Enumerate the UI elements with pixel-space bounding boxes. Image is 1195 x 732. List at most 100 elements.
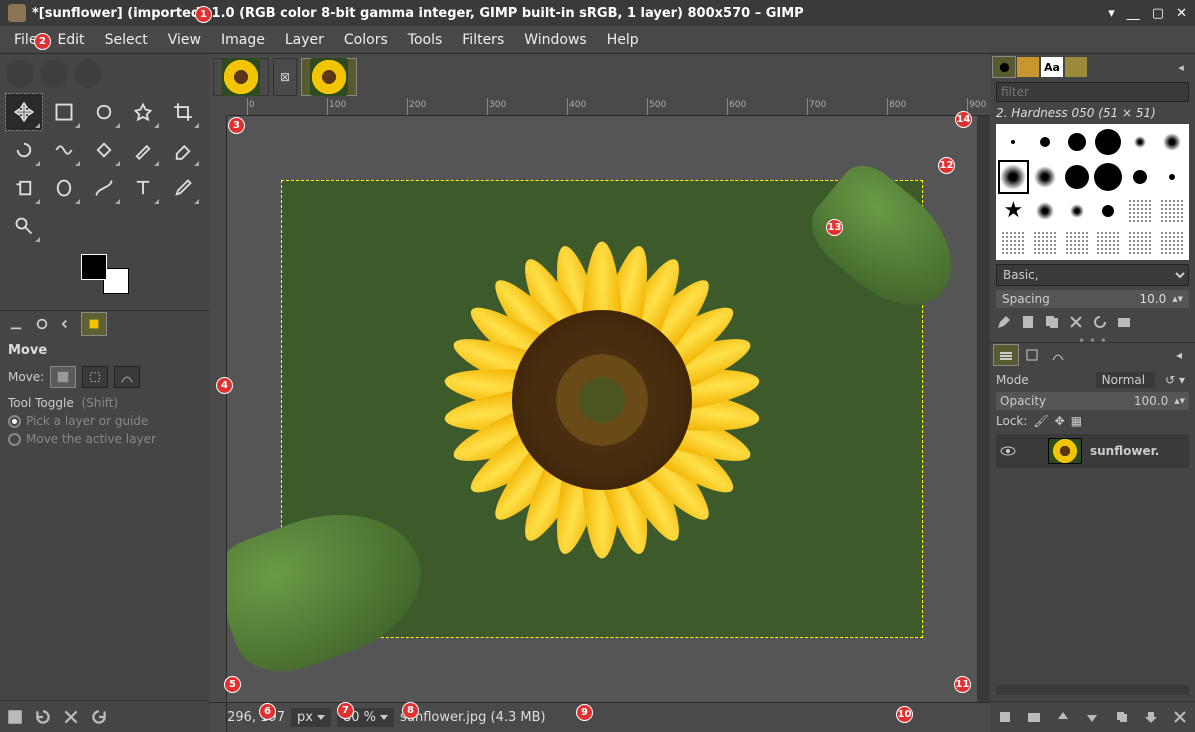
menu-select[interactable]: Select	[95, 28, 158, 52]
menu-layer[interactable]: Layer	[275, 28, 334, 52]
tool-warp[interactable]	[46, 132, 82, 168]
menu-colors[interactable]: Colors	[334, 28, 398, 52]
tool-bucket[interactable]	[86, 132, 122, 168]
brush-item[interactable]	[1125, 126, 1156, 159]
brush-item[interactable]	[1061, 126, 1092, 159]
tab-patterns[interactable]	[1017, 57, 1039, 77]
tool-move[interactable]	[6, 94, 42, 130]
spacing-input[interactable]	[1124, 292, 1166, 306]
tab-channels[interactable]	[1020, 345, 1044, 365]
ruler-vertical[interactable]	[209, 116, 227, 732]
close-icon[interactable]: ✕	[1176, 6, 1187, 21]
tool-eraser[interactable]	[165, 132, 201, 168]
tool-crop[interactable]	[165, 94, 201, 130]
brush-item[interactable]	[1156, 228, 1187, 259]
tab-paths[interactable]	[1046, 345, 1070, 365]
new-brush-icon[interactable]	[1020, 314, 1036, 330]
tool-text[interactable]	[125, 170, 161, 206]
radio-move-active[interactable]	[8, 433, 21, 446]
brush-item[interactable]	[1093, 195, 1124, 227]
brush-item[interactable]	[1030, 160, 1061, 195]
minimize-aux-icon[interactable]: ▾	[1108, 6, 1115, 21]
new-group-icon[interactable]	[1021, 706, 1046, 728]
menu-image[interactable]: Image	[211, 28, 275, 52]
brush-item[interactable]	[1156, 126, 1187, 159]
tool-paintbrush[interactable]	[125, 132, 161, 168]
brush-item[interactable]	[1030, 195, 1061, 227]
tool-clone[interactable]	[6, 170, 42, 206]
tab-device-status[interactable]	[4, 313, 28, 335]
brush-item[interactable]	[1125, 160, 1156, 195]
menu-windows[interactable]: Windows	[514, 28, 597, 52]
brush-item[interactable]	[1093, 126, 1124, 159]
unit-selector[interactable]: px	[291, 708, 331, 727]
raise-layer-icon[interactable]	[1051, 706, 1076, 728]
tab-brushes[interactable]	[993, 57, 1015, 77]
brush-item[interactable]: ★	[998, 195, 1029, 227]
move-selection-button[interactable]	[82, 366, 108, 388]
refresh-brush-icon[interactable]	[1092, 314, 1108, 330]
canvas-viewport[interactable]	[227, 116, 977, 702]
duplicate-layer-icon[interactable]	[1109, 706, 1134, 728]
ruler-horizontal[interactable]: 0100200300400500600700800900	[227, 98, 990, 116]
menu-help[interactable]: Help	[597, 28, 649, 52]
dock-resize-grip[interactable]: • • •	[990, 334, 1195, 342]
tab-images[interactable]	[56, 313, 80, 335]
radio-pick-layer[interactable]	[8, 415, 21, 428]
brush-item[interactable]	[1030, 228, 1061, 259]
move-path-button[interactable]	[114, 366, 140, 388]
edit-brush-icon[interactable]	[996, 314, 1012, 330]
brush-item[interactable]	[1125, 228, 1156, 259]
lock-pixels-icon[interactable]: 🖌	[1033, 414, 1048, 428]
menu-tools[interactable]: Tools	[398, 28, 453, 52]
tool-rotate[interactable]	[6, 132, 42, 168]
tab-fonts[interactable]: Aa	[1041, 57, 1063, 77]
brush-item[interactable]	[1061, 195, 1092, 227]
maximize-icon[interactable]: ▢	[1152, 6, 1164, 21]
open-as-image-icon[interactable]	[1116, 314, 1132, 330]
brush-grid[interactable]: ★	[996, 124, 1189, 260]
tool-rect-select[interactable]	[46, 94, 82, 130]
duplicate-brush-icon[interactable]	[1044, 314, 1060, 330]
brush-item[interactable]	[1156, 160, 1187, 195]
reset-preset-icon[interactable]	[90, 708, 108, 726]
document-tab-2[interactable]	[301, 58, 357, 96]
brush-item[interactable]	[998, 228, 1029, 259]
delete-layer-icon[interactable]	[1168, 706, 1193, 728]
save-preset-icon[interactable]	[6, 708, 24, 726]
brush-item[interactable]	[998, 126, 1029, 159]
menu-filters[interactable]: Filters	[452, 28, 514, 52]
document-tab-1[interactable]	[213, 58, 269, 96]
layer-name[interactable]: sunflower.	[1090, 444, 1159, 458]
tool-zoom[interactable]	[6, 208, 42, 244]
tab-tool-options[interactable]	[82, 313, 106, 335]
tab-document-history[interactable]	[1065, 57, 1087, 77]
lower-layer-icon[interactable]	[1080, 706, 1105, 728]
brush-item[interactable]	[1093, 228, 1124, 259]
brush-filter-input[interactable]	[996, 82, 1189, 102]
visibility-icon[interactable]	[1000, 443, 1016, 459]
new-layer-icon[interactable]	[992, 706, 1017, 728]
brush-item[interactable]	[1061, 160, 1092, 195]
brush-item[interactable]	[1156, 195, 1187, 227]
opacity-value[interactable]: 100.0	[1128, 394, 1168, 408]
brush-preset-select[interactable]: Basic,	[996, 264, 1189, 286]
color-swatch[interactable]	[81, 254, 129, 294]
restore-preset-icon[interactable]	[34, 708, 52, 726]
brush-item[interactable]	[1125, 195, 1156, 227]
mode-select[interactable]: Normal	[1096, 372, 1155, 388]
scrollbar-vertical[interactable]	[977, 116, 990, 702]
brush-item[interactable]	[1030, 126, 1061, 159]
canvas[interactable]	[282, 181, 922, 637]
layer-scrollbar[interactable]	[996, 685, 1189, 695]
lock-position-icon[interactable]: ✥	[1055, 414, 1065, 428]
layer-list[interactable]: sunflower.	[996, 434, 1189, 683]
tool-path[interactable]	[86, 170, 122, 206]
move-layer-button[interactable]	[50, 366, 76, 388]
lock-alpha-icon[interactable]: ▦	[1071, 414, 1082, 428]
tool-free-select[interactable]	[86, 94, 122, 130]
brush-item[interactable]	[998, 160, 1029, 195]
tab-undo-history[interactable]	[30, 313, 54, 335]
layer-tab-menu-icon[interactable]: ◂	[1167, 345, 1191, 365]
tool-color-picker[interactable]	[165, 170, 201, 206]
